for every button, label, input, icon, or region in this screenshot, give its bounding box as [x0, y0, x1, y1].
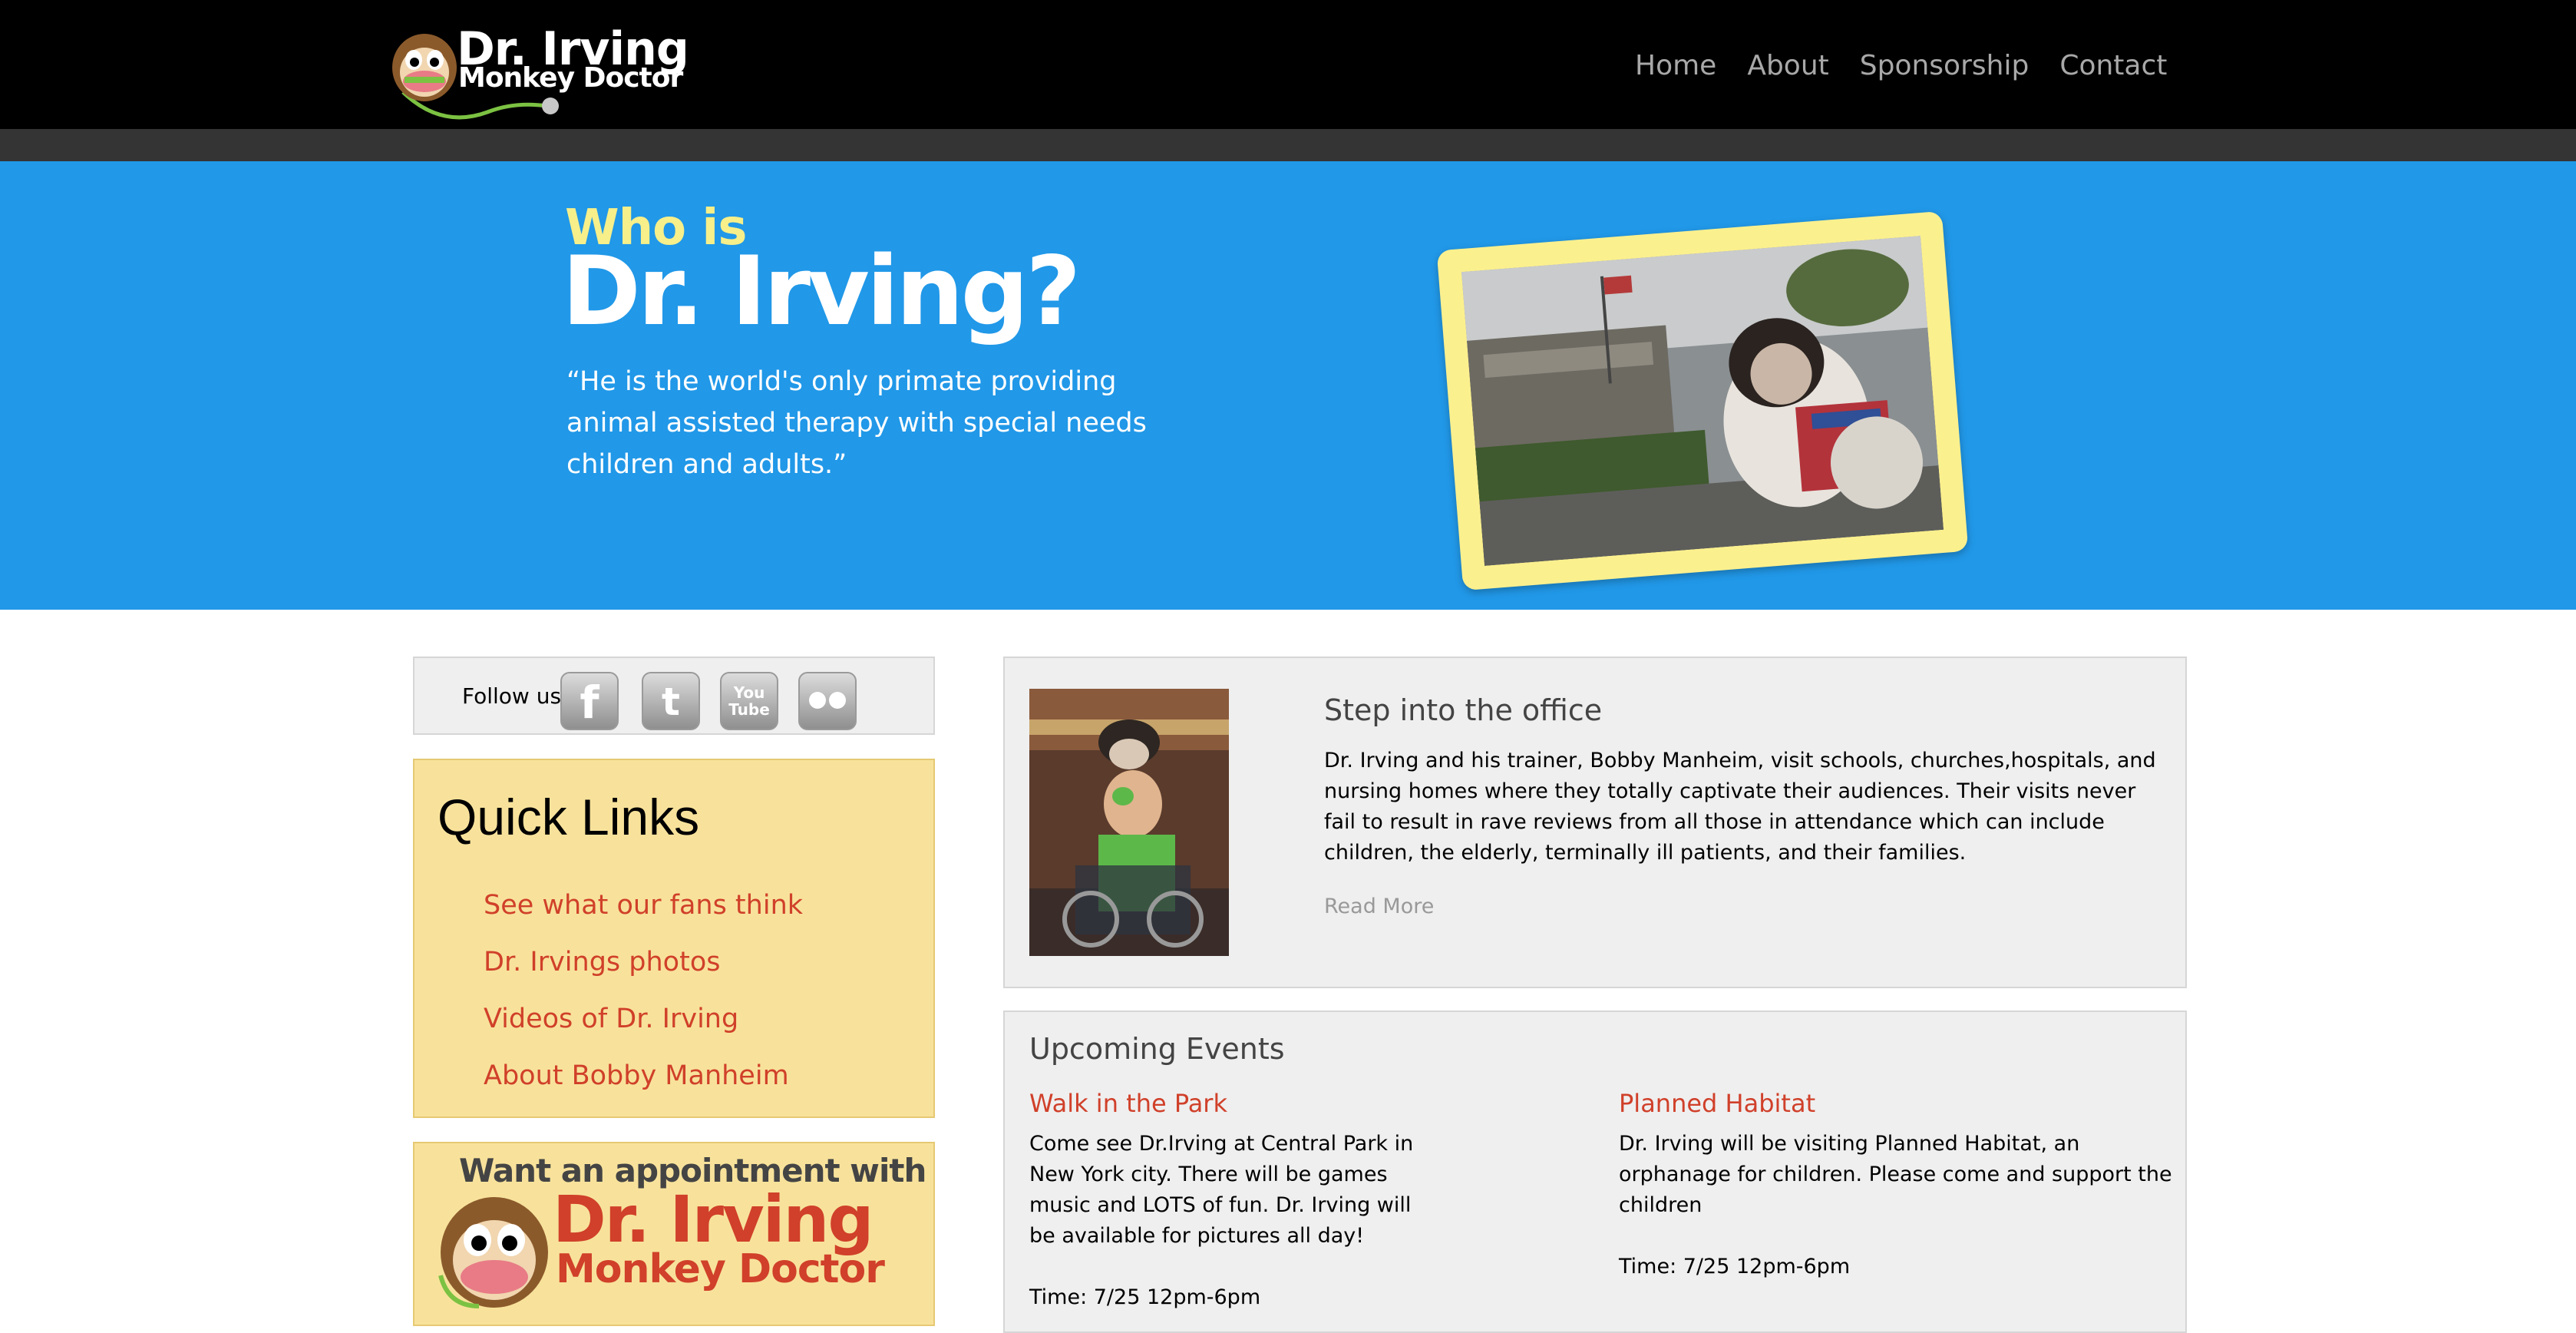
upcoming-events-panel: Upcoming Events Walk in the Park Come se… — [1003, 1011, 2187, 1333]
office-title: Step into the office — [1324, 693, 1603, 727]
child-with-monkey-photo — [1029, 689, 1229, 956]
event-description: Come see Dr.Irving at Central Park in Ne… — [1029, 1132, 1414, 1248]
list-item: Dr. Irvings photos — [484, 934, 803, 991]
monkey-face-icon — [438, 1197, 548, 1308]
nav-contact[interactable]: Contact — [2059, 45, 2167, 88]
office-description: Dr. Irving and his trainer, Bobby Manhei… — [1324, 749, 2156, 865]
follow-us-label: Follow us — [462, 683, 562, 709]
quick-link-fans[interactable]: See what our fans think — [484, 890, 803, 921]
quick-links-panel: Quick Links See what our fans think Dr. … — [413, 759, 935, 1118]
hero-photo-frame — [1436, 210, 1969, 591]
facebook-icon[interactable]: f — [560, 672, 619, 730]
event-item: Planned Habitat Dr. Irving will be visit… — [1619, 1087, 2183, 1282]
appointment-line-3: Monkey Doctor — [556, 1246, 885, 1292]
event-item: Walk in the Park Come see Dr.Irving at C… — [1029, 1087, 1428, 1313]
quick-links-list: See what our fans think Dr. Irvings phot… — [484, 877, 803, 1104]
hero-heading-large: Dr. Irving? — [562, 237, 1081, 347]
nav-about[interactable]: About — [1747, 45, 1828, 88]
main-nav: Home About Sponsorship Contact — [1635, 45, 2198, 88]
hero-banner — [0, 161, 2576, 610]
quick-links-title: Quick Links — [438, 789, 700, 845]
header-divider-bar — [0, 129, 2576, 161]
nav-home[interactable]: Home — [1635, 45, 1716, 88]
event-time: Time: 7/25 12pm-6pm — [1619, 1255, 1851, 1278]
event-title-walk-in-the-park[interactable]: Walk in the Park — [1029, 1087, 1428, 1120]
monkey-photo — [1461, 236, 1944, 566]
events-title: Upcoming Events — [1029, 1032, 1285, 1066]
event-time: Time: 7/25 12pm-6pm — [1029, 1285, 1261, 1309]
follow-us-panel: Follow us f t You Tube — [413, 657, 935, 735]
list-item: Videos of Dr. Irving — [484, 991, 803, 1047]
appointment-line-2: Dr. Irving — [553, 1182, 874, 1257]
read-more-link[interactable]: Read More — [1324, 893, 1434, 921]
nav-sponsorship[interactable]: Sponsorship — [1860, 45, 2029, 88]
quick-link-about-bobby[interactable]: About Bobby Manheim — [484, 1060, 789, 1091]
event-title-planned-habitat[interactable]: Planned Habitat — [1619, 1087, 2183, 1120]
flickr-icon[interactable] — [798, 672, 857, 730]
youtube-icon[interactable]: You Tube — [720, 672, 778, 730]
quick-link-photos[interactable]: Dr. Irvings photos — [484, 947, 720, 977]
event-description: Dr. Irving will be visiting Planned Habi… — [1619, 1132, 2172, 1217]
site-logo[interactable]: Dr. Irving Monkey Doctor — [388, 22, 689, 121]
office-panel: Step into the office Dr. Irving and his … — [1003, 657, 2187, 988]
appointment-banner[interactable]: Want an appointment with Dr. Irving Monk… — [413, 1142, 935, 1326]
logo-subtitle: Monkey Doctor — [458, 62, 683, 94]
list-item: About Bobby Manheim — [484, 1047, 803, 1104]
twitter-icon[interactable]: t — [642, 672, 700, 730]
list-item: See what our fans think — [484, 877, 803, 934]
hero-quote: “He is the world's only primate providin… — [566, 366, 1147, 480]
quick-link-videos[interactable]: Videos of Dr. Irving — [484, 1004, 738, 1034]
